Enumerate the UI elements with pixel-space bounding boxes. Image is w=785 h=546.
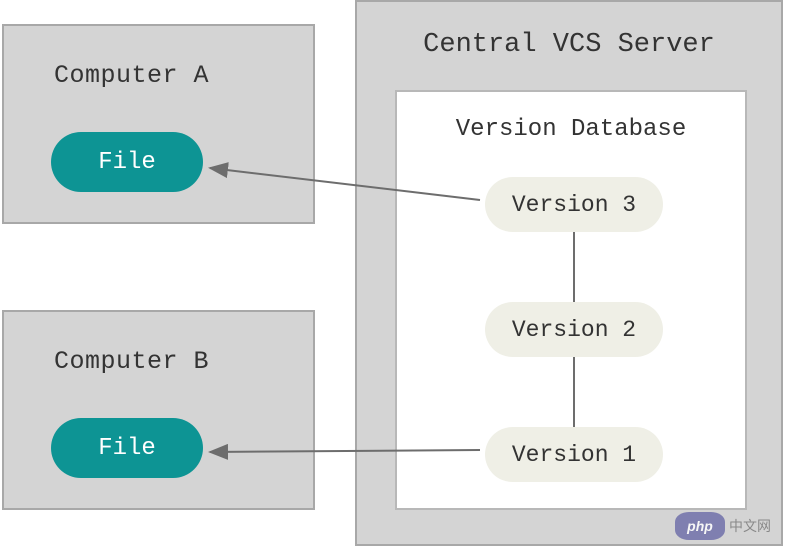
computer-b-file-label: File xyxy=(98,435,156,462)
computer-a-file-pill: File xyxy=(51,132,203,192)
version-3-label: Version 3 xyxy=(512,192,636,218)
version-database-title: Version Database xyxy=(397,116,745,143)
version-1-pill: Version 1 xyxy=(485,427,663,482)
version-1-label: Version 1 xyxy=(512,442,636,468)
version-database-box: Version Database Version 3 Version 2 Ver… xyxy=(395,90,747,510)
computer-b-file-pill: File xyxy=(51,418,203,478)
server-title: Central VCS Server xyxy=(357,30,781,60)
version-2-pill: Version 2 xyxy=(485,302,663,357)
computer-b-label: Computer B xyxy=(54,347,313,376)
watermark: php 中文网 xyxy=(675,512,771,540)
version-3-pill: Version 3 xyxy=(485,177,663,232)
connector-3-2 xyxy=(573,232,575,302)
computer-b-box: Computer B File xyxy=(2,310,315,510)
connector-2-1 xyxy=(573,357,575,427)
version-2-label: Version 2 xyxy=(512,317,636,343)
computer-a-box: Computer A File xyxy=(2,24,315,224)
watermark-text: 中文网 xyxy=(729,516,771,536)
watermark-logo: php xyxy=(675,512,725,540)
computer-a-file-label: File xyxy=(98,149,156,176)
computer-a-label: Computer A xyxy=(54,61,313,90)
server-box: Central VCS Server Version Database Vers… xyxy=(355,0,783,546)
